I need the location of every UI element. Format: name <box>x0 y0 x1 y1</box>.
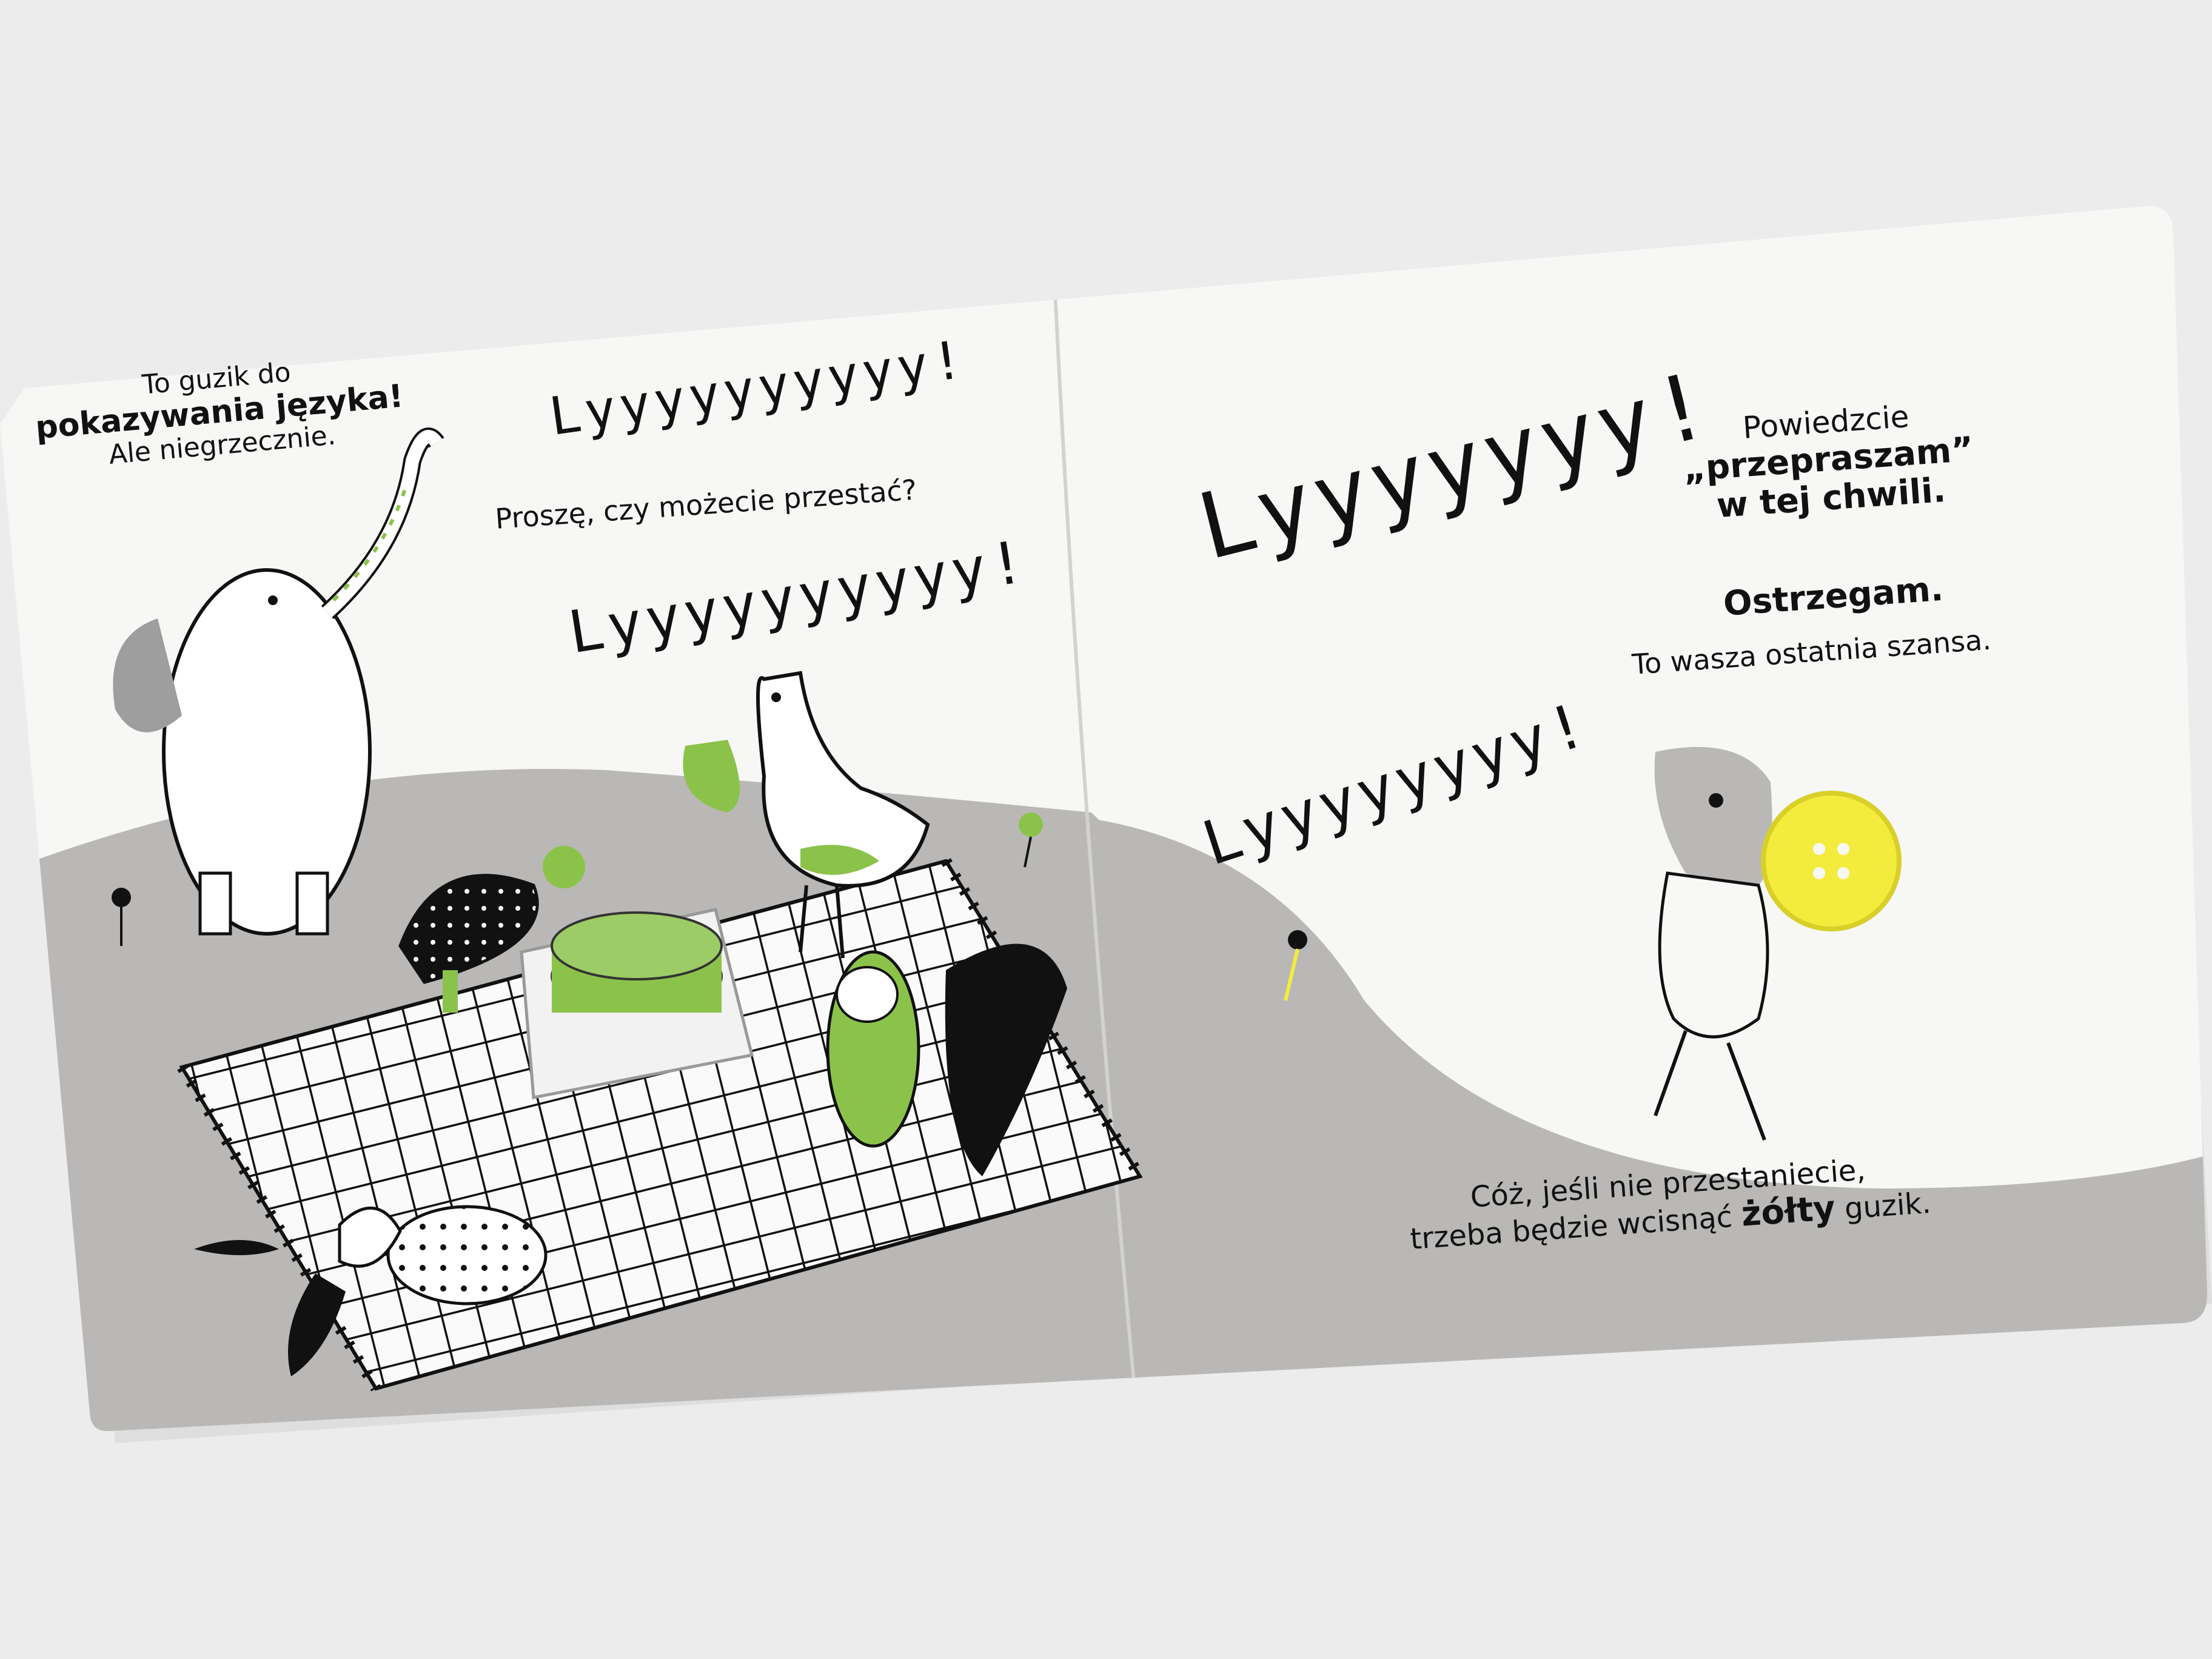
footer-emphasis: żółty <box>1740 1188 1837 1235</box>
book-scene <box>0 206 2212 1443</box>
yellow-button-icon <box>1761 791 1902 931</box>
footer-line2-end: guzik. <box>1834 1186 1932 1227</box>
